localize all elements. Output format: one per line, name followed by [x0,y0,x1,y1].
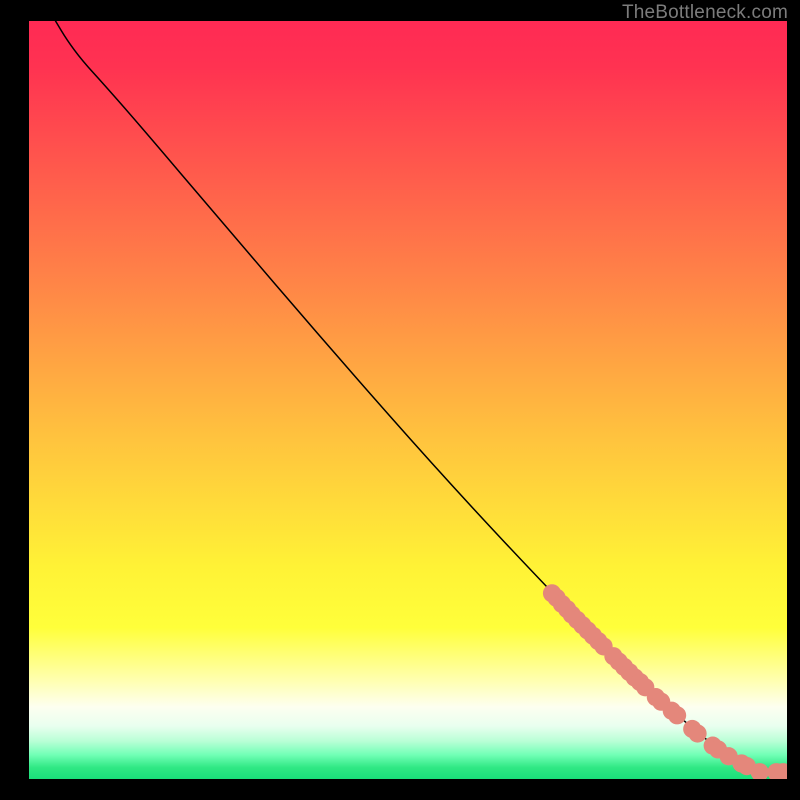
highlight-dot [668,706,686,724]
attribution-text: TheBottleneck.com [622,2,788,24]
chart-stage: TheBottleneck.com [0,0,800,800]
chart-svg [29,21,787,779]
highlight-dot [688,724,706,742]
chart-background [29,21,787,779]
chart-plot-area [29,21,787,779]
